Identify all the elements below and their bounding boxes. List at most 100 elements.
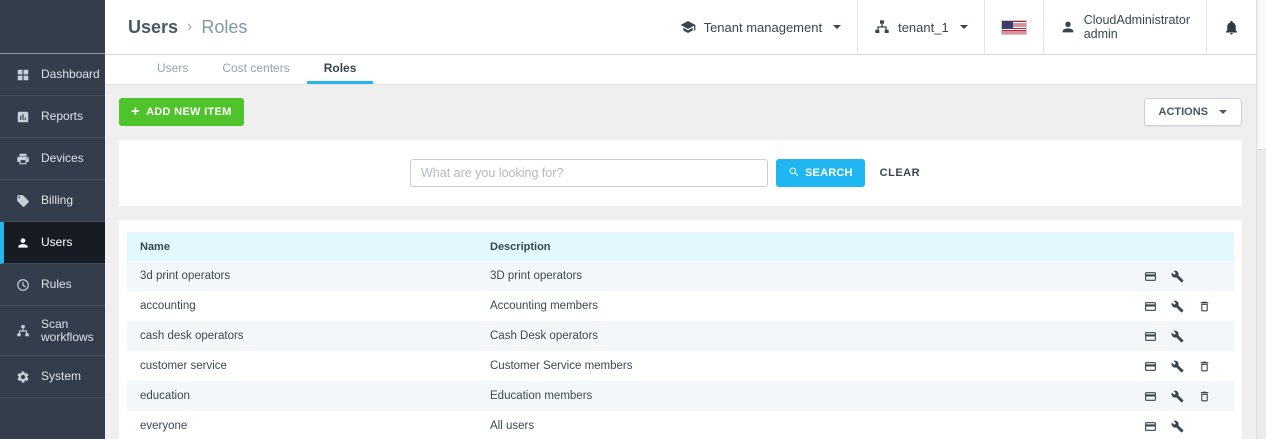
tab-roles[interactable]: Roles [307, 55, 374, 84]
tenant-management-dropdown[interactable]: Tenant management [664, 0, 858, 54]
search-button[interactable]: SEARCH [776, 159, 865, 187]
gear-icon [15, 370, 31, 384]
table-row: accountingAccounting members [127, 291, 1234, 321]
sidebar-item-label: Scan workflows [41, 318, 97, 344]
topbar: Users › Roles Tenant management tenant_1 [105, 0, 1256, 55]
sidebar-logo-area [0, 0, 105, 54]
wrench-icon[interactable] [1171, 390, 1184, 403]
scrollbar-thumb[interactable] [1258, 0, 1266, 150]
trash-icon[interactable] [1198, 300, 1211, 313]
table-row: everyoneAll users [127, 411, 1234, 439]
role-description-cell: 3D print operators [490, 270, 1134, 282]
breadcrumb: Users › Roles [105, 0, 247, 54]
caret-down-icon [960, 25, 968, 29]
tab-cost-centers[interactable]: Cost centers [205, 55, 306, 84]
role-description-cell: Cash Desk operators [490, 330, 1134, 342]
search-icon [788, 166, 800, 181]
add-new-item-button[interactable]: + ADD NEW ITEM [119, 98, 244, 126]
wrench-icon[interactable] [1171, 420, 1184, 433]
language-selector[interactable] [984, 0, 1043, 54]
trash-icon[interactable] [1198, 360, 1211, 373]
table-row: customer serviceCustomer Service members [127, 351, 1234, 381]
sitemap-icon [874, 19, 890, 35]
wrench-icon[interactable] [1171, 360, 1184, 373]
role-description-cell: Customer Service members [490, 360, 1134, 372]
role-description-cell: All users [490, 420, 1134, 432]
role-name-cell: education [127, 390, 490, 402]
row-actions-cell [1134, 270, 1234, 283]
tab-label: Cost centers [222, 61, 289, 75]
tabbar: Users Cost centers Roles [105, 55, 1256, 85]
role-description-cell: Education members [490, 390, 1134, 402]
sidebar-item-label: System [41, 370, 81, 383]
card-icon[interactable] [1144, 300, 1157, 313]
actions-button[interactable]: ACTIONS [1144, 98, 1243, 126]
tab-label: Users [157, 61, 188, 75]
column-header-description: Description [490, 241, 1134, 253]
role-name-cell: everyone [127, 420, 490, 432]
sidebar-item-system[interactable]: System [0, 356, 105, 398]
sidebar-item-label: Billing [41, 194, 73, 207]
roles-table: Name Description 3d print operators3D pr… [119, 220, 1242, 439]
wrench-icon[interactable] [1171, 300, 1184, 313]
sidebar-item-label: Dashboard [41, 68, 100, 81]
user-name: CloudAdministrator [1084, 13, 1190, 27]
sitemap-icon [15, 324, 31, 338]
wrench-icon[interactable] [1171, 270, 1184, 283]
tag-icon [15, 194, 31, 208]
us-flag-icon [1001, 20, 1027, 35]
add-new-item-label: ADD NEW ITEM [146, 106, 231, 118]
main-area: Users › Roles Tenant management tenant_1 [105, 0, 1256, 439]
sidebar-item-label: Rules [41, 278, 72, 291]
breadcrumb-separator: › [187, 18, 192, 36]
app-root: Dashboard Reports Devices Billing Users Rules… [0, 0, 1266, 439]
search-button-label: SEARCH [805, 167, 853, 179]
sidebar-item-rules[interactable]: Rules [0, 264, 105, 306]
sidebar-item-label: Reports [41, 110, 83, 123]
role-name-cell: customer service [127, 360, 490, 372]
table-row: 3d print operators3D print operators [127, 261, 1234, 291]
sidebar-nav: Dashboard Reports Devices Billing Users Rules… [0, 54, 105, 398]
card-icon[interactable] [1144, 330, 1157, 343]
clock-icon [15, 278, 31, 292]
sidebar-item-scan-workflows[interactable]: Scan workflows [0, 306, 105, 356]
tenant-label: tenant_1 [898, 20, 949, 35]
table-header-row: Name Description [127, 232, 1234, 261]
caret-down-icon [1219, 110, 1227, 114]
sidebar-item-label: Users [41, 236, 72, 249]
table-row: cash desk operatorsCash Desk operators [127, 321, 1234, 351]
content-area: + ADD NEW ITEM ACTIONS SEARCH CLEAR [105, 85, 1256, 439]
role-description-cell: Accounting members [490, 300, 1134, 312]
dashboard-icon [15, 68, 31, 82]
trash-icon[interactable] [1198, 390, 1211, 403]
wrench-icon[interactable] [1171, 330, 1184, 343]
person-icon [15, 236, 31, 250]
card-icon[interactable] [1144, 360, 1157, 373]
search-panel: SEARCH CLEAR [119, 140, 1242, 206]
sidebar-item-dashboard[interactable]: Dashboard [0, 54, 105, 96]
table-body: 3d print operators3D print operatorsacco… [127, 261, 1234, 439]
row-actions-cell [1134, 390, 1234, 403]
caret-down-icon [833, 25, 841, 29]
card-icon[interactable] [1144, 420, 1157, 433]
tenant-dropdown[interactable]: tenant_1 [857, 0, 984, 54]
tab-users[interactable]: Users [140, 55, 205, 84]
scrollbar[interactable] [1256, 0, 1266, 439]
clear-button[interactable]: CLEAR [880, 167, 920, 179]
sidebar-item-reports[interactable]: Reports [0, 96, 105, 138]
sidebar-item-devices[interactable]: Devices [0, 138, 105, 180]
breadcrumb-users[interactable]: Users [128, 17, 178, 38]
sidebar-item-users[interactable]: Users [0, 222, 105, 264]
card-icon[interactable] [1144, 270, 1157, 283]
actions-label: ACTIONS [1159, 106, 1209, 118]
tab-label: Roles [324, 61, 357, 75]
search-input[interactable] [410, 159, 768, 187]
mortarboard-icon [680, 19, 696, 35]
plus-icon: + [131, 106, 140, 118]
bar-chart-icon [15, 110, 31, 124]
row-actions-cell [1134, 420, 1234, 433]
card-icon[interactable] [1144, 390, 1157, 403]
sidebar-item-billing[interactable]: Billing [0, 180, 105, 222]
user-menu[interactable]: CloudAdministrator admin [1043, 0, 1206, 54]
notifications-button[interactable] [1206, 0, 1256, 54]
